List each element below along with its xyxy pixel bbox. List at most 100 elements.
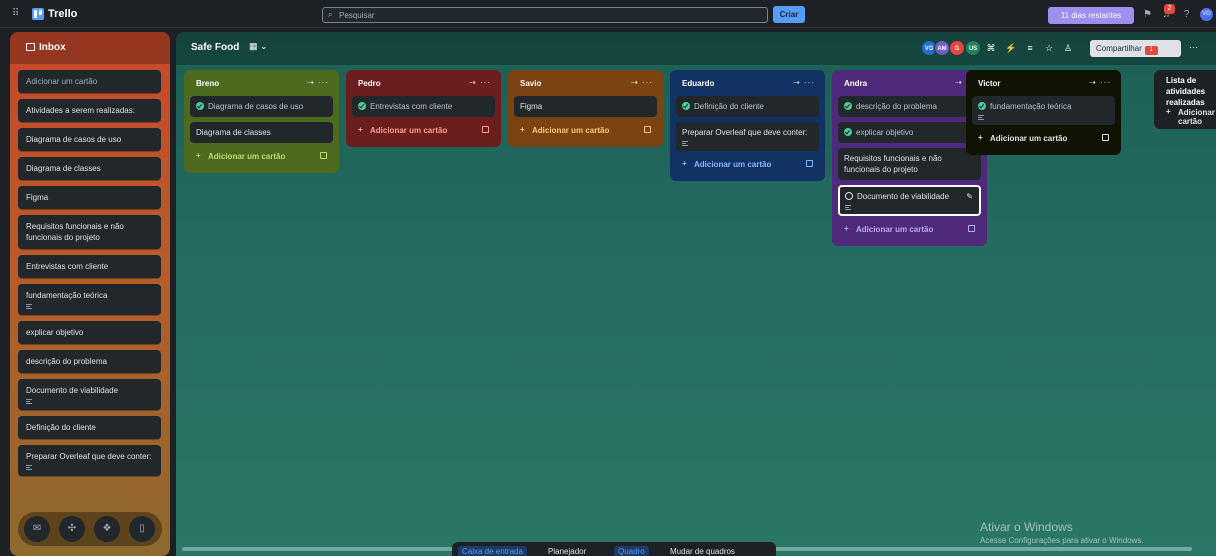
inbox-card[interactable]: Figma xyxy=(18,186,161,209)
trello-logo-icon[interactable] xyxy=(32,8,44,20)
list-title[interactable]: Victor xyxy=(978,79,1001,88)
inbox-card-text: Requisitos funcionais e não funcionais d… xyxy=(26,222,124,242)
list-card[interactable]: Figma xyxy=(514,96,657,117)
star-icon[interactable]: ☆ xyxy=(1043,42,1055,54)
card-text: Preparar Overleaf que deve conter: xyxy=(682,128,808,137)
add-card-button[interactable]: + Adicionar um cartão xyxy=(1160,104,1216,126)
member-avatar[interactable]: US xyxy=(965,40,981,56)
power-ups-icon[interactable]: ⌘ xyxy=(985,42,997,54)
complete-check-icon[interactable] xyxy=(978,102,986,110)
list-menu-icon[interactable]: ⇢ ··· xyxy=(469,78,491,87)
list-card[interactable]: fundamentação teórica xyxy=(972,96,1115,125)
inbox-card[interactable]: Diagrama de casos de uso xyxy=(18,128,161,151)
card-text: fundamentação teórica xyxy=(990,102,1072,111)
card-template-icon[interactable] xyxy=(806,160,813,167)
add-card-button[interactable]: + Adicionar um cartão xyxy=(972,130,1115,148)
mobile-icon[interactable]: ▯ xyxy=(129,516,155,542)
user-avatar[interactable]: VG xyxy=(1200,8,1213,21)
app-name[interactable]: Trello xyxy=(48,8,77,20)
trial-days-button[interactable]: 11 dias restantes xyxy=(1048,7,1134,24)
teams-icon[interactable]: ❖ xyxy=(94,516,120,542)
inbox-card[interactable]: Requisitos funcionais e não funcionais d… xyxy=(18,215,161,249)
complete-check-icon[interactable] xyxy=(844,102,852,110)
board-list[interactable]: Pedro ⇢ ··· Entrevistas com cliente + Adicio… xyxy=(346,70,501,147)
list-card[interactable]: Preparar Overleaf que deve conter: xyxy=(676,122,819,151)
card-template-icon[interactable] xyxy=(968,225,975,232)
member-avatar[interactable]: AM xyxy=(934,40,950,56)
list-card[interactable]: ✎ Documento de viabilidade xyxy=(838,185,981,216)
add-card-button[interactable]: + Adicionar um cartão xyxy=(514,122,657,140)
card-template-icon[interactable] xyxy=(1102,134,1109,141)
description-icon xyxy=(26,399,32,404)
list-menu-icon[interactable]: ⇢ ··· xyxy=(793,78,815,87)
watermark-subtitle: Acesse Configurações para ativar o Windo… xyxy=(980,536,1144,545)
list-menu-icon[interactable]: ⇢ ··· xyxy=(631,78,653,87)
board-list[interactable]: Victor ⇢ ··· fundamentação teórica + Adicion… xyxy=(966,70,1121,155)
complete-check-icon[interactable] xyxy=(682,102,690,110)
board-view-switcher-icon[interactable]: ▦ ⌄ xyxy=(249,41,268,52)
board-list[interactable]: Andra⇢ ··· descrição do problema explicar … xyxy=(832,70,987,246)
board-list[interactable]: Eduardo ⇢ ··· Definição do cliente Preparar… xyxy=(670,70,825,181)
app-switcher-icon[interactable]: ⠿ xyxy=(12,9,22,19)
inbox-card[interactable]: explicar objetivo xyxy=(18,321,161,344)
slack-icon[interactable]: ✣ xyxy=(59,516,85,542)
complete-check-icon[interactable] xyxy=(844,128,852,136)
nav-inbox-tab[interactable]: Caixa de entrada xyxy=(458,546,527,556)
board-list[interactable]: Lista de atividades realizadas + Adicionar… xyxy=(1154,70,1216,129)
list-card[interactable]: Definição do cliente xyxy=(676,96,819,117)
board-name[interactable]: Safe Food xyxy=(191,42,239,53)
nav-planner-tab[interactable]: Planejador xyxy=(544,546,590,556)
inbox-add-card-input[interactable]: Adicionar um cartão xyxy=(18,70,161,93)
list-menu-icon[interactable]: ⇢ ··· xyxy=(307,78,329,87)
card-template-icon[interactable] xyxy=(320,152,327,159)
add-card-button[interactable]: + Adicionar um cartão xyxy=(352,122,495,140)
list-card[interactable]: Diagrama de casos de uso xyxy=(190,96,333,117)
inbox-card[interactable]: Preparar Overleaf que deve conter: xyxy=(18,445,161,476)
inbox-card-text: Preparar Overleaf que deve conter: xyxy=(26,452,152,461)
list-card[interactable]: Entrevistas com cliente xyxy=(352,96,495,117)
list-menu-icon[interactable]: ⇢ ··· xyxy=(1089,78,1111,87)
board-list[interactable]: Breno ⇢ ··· Diagrama de casos de uso Diagra… xyxy=(184,70,339,173)
list-card[interactable]: Diagrama de classes xyxy=(190,122,333,143)
board-header: Safe Food ▦ ⌄ VG AM G US ⌘ ⚡ ≡ ☆ ♙ Compa… xyxy=(176,32,1216,65)
visibility-icon[interactable]: ♙ xyxy=(1062,42,1074,54)
inbox-card[interactable]: Definição do cliente xyxy=(18,416,161,439)
inbox-card[interactable]: fundamentação teórica xyxy=(18,284,161,315)
inbox-card[interactable]: Documento de viabilidade xyxy=(18,379,161,410)
search-input[interactable]: ⌕ Pesquisar xyxy=(322,7,768,23)
add-card-button[interactable]: + Adicionar um cartão xyxy=(838,221,981,239)
create-button[interactable]: Criar xyxy=(773,6,805,23)
board-list[interactable]: Savio ⇢ ··· Figma + Adicionar um cartão xyxy=(508,70,663,147)
list-title[interactable]: Pedro xyxy=(358,79,381,88)
member-avatar[interactable]: G xyxy=(949,40,965,56)
add-card-button[interactable]: + Adicionar um cartão xyxy=(190,148,333,166)
nav-board-tab[interactable]: Quadro xyxy=(614,546,649,556)
list-title[interactable]: Eduardo xyxy=(682,79,714,88)
card-template-icon[interactable] xyxy=(482,126,489,133)
list-title[interactable]: Andra xyxy=(844,79,867,88)
edit-icon[interactable]: ✎ xyxy=(966,191,973,202)
board-menu-icon[interactable]: ··· xyxy=(1189,42,1198,52)
inbox-card[interactable]: Atividades a serem realizadas: xyxy=(18,99,161,122)
list-card[interactable]: descrição do problema xyxy=(838,96,981,117)
list-title[interactable]: Breno xyxy=(196,79,219,88)
share-button[interactable]: Compartilhar 1 xyxy=(1090,40,1181,57)
card-template-icon[interactable] xyxy=(644,126,651,133)
add-card-button[interactable]: + Adicionar um cartão xyxy=(676,156,819,174)
list-card[interactable]: explicar objetivo xyxy=(838,122,981,143)
megaphone-icon[interactable]: ⚑ xyxy=(1141,8,1154,21)
inbox-card[interactable]: Entrevistas com cliente xyxy=(18,255,161,278)
complete-check-icon[interactable] xyxy=(358,102,366,110)
help-icon[interactable]: ? xyxy=(1180,8,1193,21)
automation-icon[interactable]: ⚡ xyxy=(1005,42,1017,54)
incomplete-circle-icon[interactable] xyxy=(845,192,853,200)
list-card[interactable]: Requisitos funcionais e não funcionais d… xyxy=(838,148,981,180)
list-title[interactable]: Savio xyxy=(520,79,541,88)
filter-icon[interactable]: ≡ xyxy=(1024,42,1036,54)
inbox-card[interactable]: descrição do problema xyxy=(18,350,161,373)
inbox-card[interactable]: Diagrama de classes xyxy=(18,157,161,180)
complete-check-icon[interactable] xyxy=(196,102,204,110)
plus-icon: + xyxy=(520,125,525,134)
email-icon[interactable]: ✉ xyxy=(24,516,50,542)
nav-switch-boards-tab[interactable]: Mudar de quadros xyxy=(666,546,739,556)
